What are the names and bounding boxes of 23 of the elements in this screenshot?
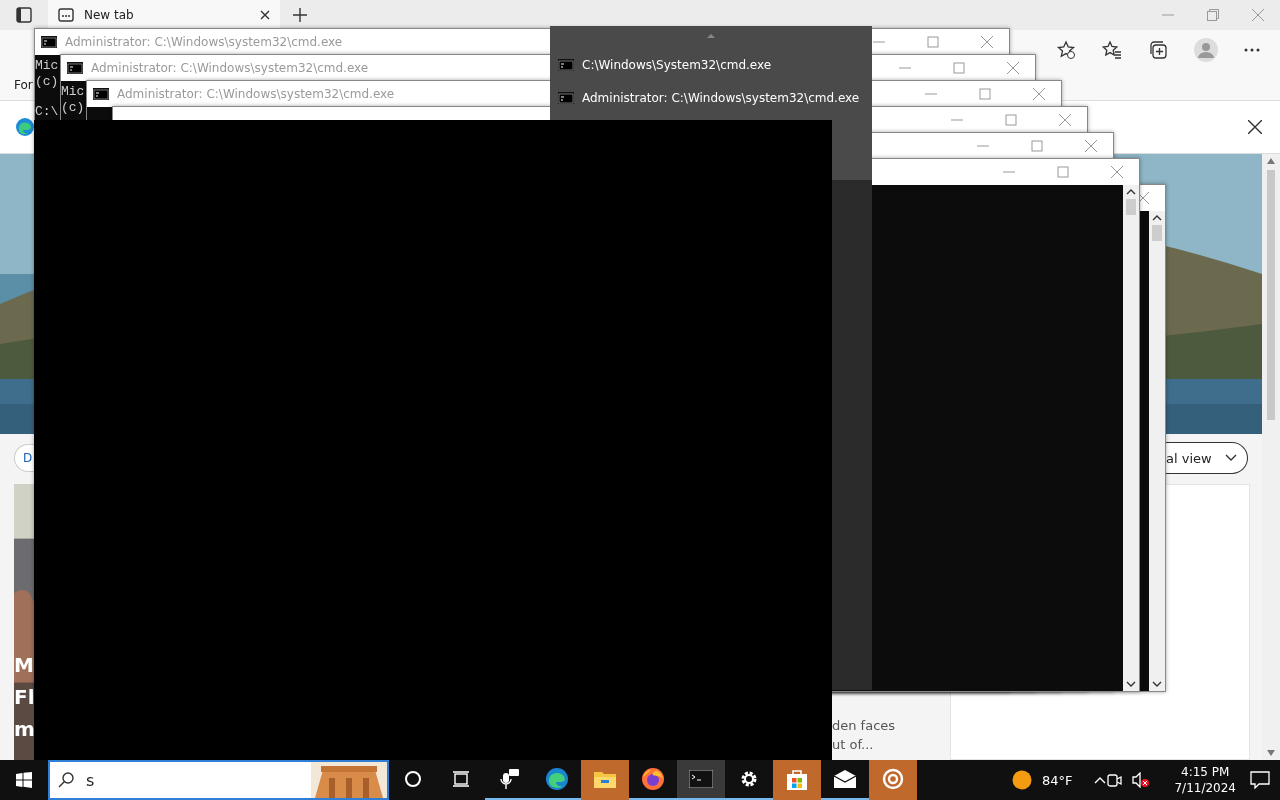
window-title: Administrator: C:\Windows\system32\cmd.exe xyxy=(91,61,369,75)
console-line: (c) xyxy=(35,74,59,90)
console-prompt: C:\ xyxy=(35,104,59,120)
browser-tab[interactable]: New tab xyxy=(48,0,280,30)
favorites-bar-text: For xyxy=(14,78,33,92)
console-line: Mic xyxy=(35,58,59,74)
headline-text: M xyxy=(14,652,34,678)
search-query: s xyxy=(86,770,95,790)
console-line: Mic xyxy=(61,84,85,100)
window-title: Administrator: C:\Windows\system32\cmd.exe xyxy=(65,35,343,49)
filter-chip[interactable]: D xyxy=(14,444,34,472)
window-title: Administrator: C:\Windows\system32\cmd.exe xyxy=(117,87,395,101)
window-list-item[interactable]: Administrator: C:\Windows\system32\cmd.exe xyxy=(550,81,872,114)
clock-time[interactable]: 4:15 PM xyxy=(1181,764,1230,780)
search-field[interactable]: s xyxy=(48,760,389,800)
story-text: den faces xyxy=(832,718,897,733)
weather-temperature[interactable]: 84°F xyxy=(1041,772,1073,788)
view-dropdown-button[interactable]: al view xyxy=(1166,442,1248,474)
story-text: ut of... xyxy=(832,737,875,752)
console-line: (c) xyxy=(61,100,85,116)
headline-text: m xyxy=(14,716,34,742)
headline-text: Fl xyxy=(14,684,34,710)
clock-date[interactable]: 7/11/2024 xyxy=(1174,780,1236,796)
